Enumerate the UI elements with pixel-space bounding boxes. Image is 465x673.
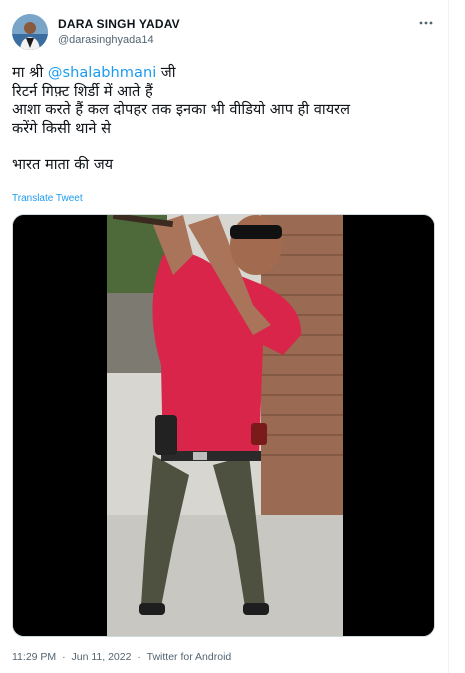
tweet-header: DARA SINGH YADAV @darasinghyada14 bbox=[12, 14, 437, 54]
tweet-line-5: भारत माता की जय bbox=[12, 156, 114, 173]
user-avatar-icon[interactable] bbox=[12, 14, 48, 50]
tweet-line-1-prefix: मा श्री bbox=[12, 64, 48, 81]
tweet-card: DARA SINGH YADAV @darasinghyada14 मा श्र… bbox=[0, 0, 449, 673]
tweet-line-3: आशा करते हैं कल दोपहर तक इनका भी वीडियो … bbox=[12, 101, 351, 118]
tweet-line-1: मा श्री @shalabhmani जी bbox=[12, 64, 440, 83]
user-name-block[interactable]: DARA SINGH YADAV @darasinghyada14 bbox=[58, 16, 180, 48]
more-options-icon[interactable] bbox=[415, 12, 437, 34]
tweet-text: मा श्री @shalabhmani जी रिटर्न गिफ़्ट शि… bbox=[12, 64, 440, 175]
tweet-meta: 11:29 PM · Jun 11, 2022 · Twitter for An… bbox=[12, 651, 234, 663]
tweet-time[interactable]: 11:29 PM bbox=[12, 651, 56, 663]
meta-separator-1: · bbox=[62, 651, 66, 663]
user-handle[interactable]: @darasinghyada14 bbox=[58, 32, 180, 48]
meta-separator-2: · bbox=[137, 651, 141, 663]
tweet-source[interactable]: Twitter for Android bbox=[147, 651, 232, 663]
tweet-video[interactable] bbox=[12, 214, 435, 637]
display-name[interactable]: DARA SINGH YADAV bbox=[58, 16, 180, 32]
tweet-line-2: रिटर्न गिफ़्ट शिर्डी में आते हैं bbox=[12, 82, 153, 100]
mention-link[interactable]: @shalabhmani bbox=[48, 64, 156, 81]
tweet-line-4: करेंगे किसी थाने से bbox=[12, 119, 112, 137]
video-frame bbox=[107, 215, 343, 636]
tweet-line-1-suffix: जी bbox=[156, 64, 176, 81]
tweet-date[interactable]: Jun 11, 2022 bbox=[72, 651, 132, 663]
translate-tweet-link[interactable]: Translate Tweet bbox=[12, 193, 83, 204]
